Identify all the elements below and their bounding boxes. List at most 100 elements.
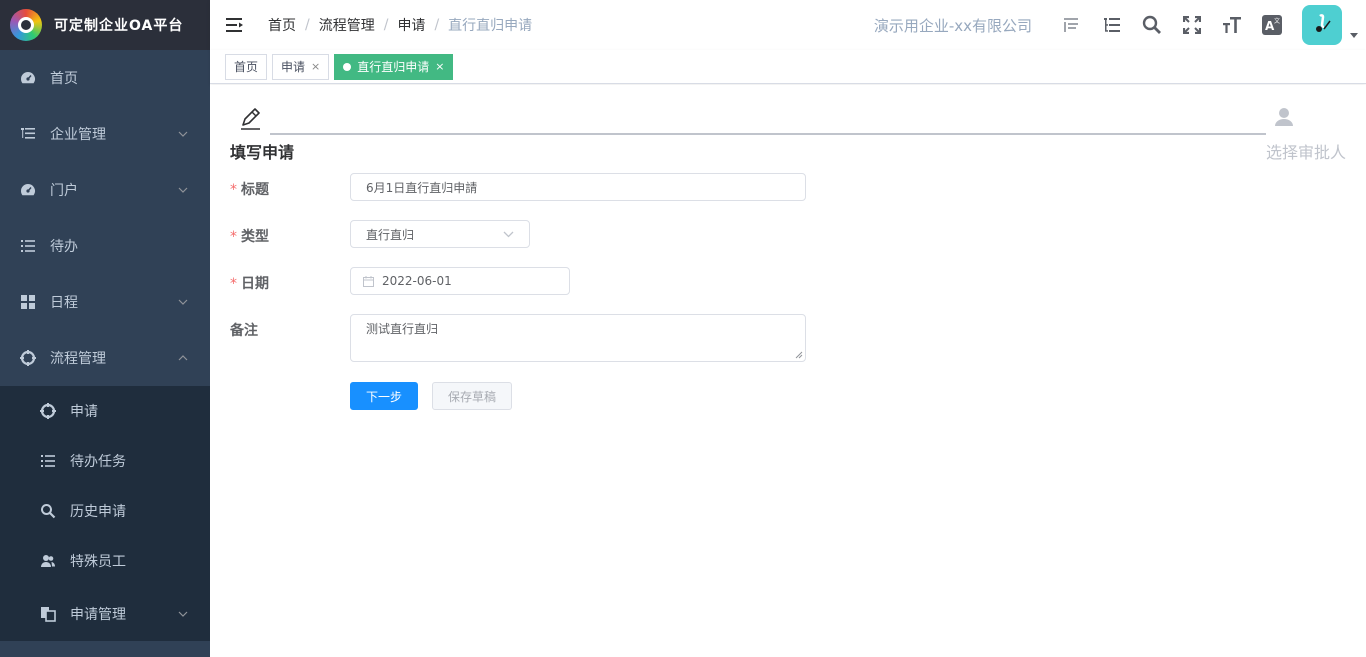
form-row-date: * 日期 2022-06-01 — [230, 267, 830, 314]
edit-icon — [241, 108, 260, 130]
resize-handle-icon[interactable] — [795, 351, 803, 359]
sidebar-toggle-button[interactable] — [210, 0, 260, 50]
top-navbar: 首页 / 流程管理 / 申请 / 直行直归申请 演示用企业-xx有限公司 A文 — [210, 0, 1366, 50]
fullscreen-icon[interactable] — [1172, 0, 1212, 50]
step-title-fill: 填写申请 — [230, 143, 295, 162]
caret-down-icon[interactable] — [1342, 0, 1366, 50]
sidebar-item-label: 企业管理 — [50, 127, 106, 143]
search-icon — [40, 503, 56, 519]
submenu-item-pending-tasks[interactable]: 待办任务 — [0, 436, 210, 486]
tag-label: 直行直归申请 — [357, 59, 430, 74]
breadcrumb-separator: / — [305, 17, 310, 33]
breadcrumb: 首页 / 流程管理 / 申请 / 直行直归申请 — [268, 15, 532, 35]
title-input[interactable]: 6月1日直行直归申請 — [350, 173, 806, 201]
step-line — [270, 133, 1266, 135]
grid-icon — [20, 294, 36, 310]
search-icon[interactable] — [1132, 0, 1172, 50]
type-label: * 类型 — [230, 229, 269, 245]
submenu-item-apply[interactable]: 申请 — [0, 386, 210, 436]
sidebar-item-label: 待办 — [50, 239, 78, 255]
active-dot-icon — [343, 62, 352, 71]
apply-form: * 标题 6月1日直行直归申請 * 类型 直行直归 * 日期 2022-06-01 — [230, 173, 830, 429]
submenu-item-special-staff[interactable]: 特殊员工 — [0, 536, 210, 586]
tags-view: 首页 申请 × 直行直归申请 × — [210, 50, 1366, 84]
tree-list-icon — [20, 126, 36, 142]
sidebar-item-home[interactable]: 首页 — [0, 50, 210, 106]
form-row-remark: 备注 测试直行直归 — [230, 314, 830, 382]
dashboard-icon — [20, 182, 36, 198]
dashboard-icon — [20, 70, 36, 86]
users-icon — [40, 553, 56, 569]
main-content: 填写申请 选择审批人 * 标题 6月1日直行直归申請 * 类型 直行直归 * 日期 — [210, 85, 1366, 657]
submenu-item-history[interactable]: 历史申请 — [0, 486, 210, 536]
sidebar-item-enterprise[interactable]: 企业管理 — [0, 106, 210, 162]
avatar[interactable] — [1302, 5, 1342, 45]
company-name: 演示用企业-xx有限公司 — [873, 16, 1032, 35]
breadcrumb-separator: / — [383, 17, 389, 33]
target-icon — [40, 403, 56, 419]
svg-text:文: 文 — [1274, 17, 1280, 25]
submenu-item-label: 特殊员工 — [70, 554, 126, 570]
navbar-right: 演示用企业-xx有限公司 A文 — [874, 0, 1366, 50]
translate-icon[interactable]: A文 — [1252, 0, 1292, 50]
remark-label: 备注 — [230, 323, 258, 339]
next-step-button[interactable]: 下一步 — [350, 382, 418, 410]
workflow-submenu: 申请 待办任务 历史申请 特殊员工 申请管理 — [0, 386, 210, 642]
submenu-item-apply-management[interactable]: 申请管理 — [0, 586, 210, 642]
remark-textarea[interactable]: 测试直行直归 — [350, 314, 806, 362]
tag-active[interactable]: 直行直归申请 × — [334, 53, 454, 80]
font-size-icon[interactable] — [1212, 0, 1252, 50]
date-label: * 日期 — [230, 276, 269, 292]
layout-icon[interactable] — [1052, 0, 1092, 50]
type-select[interactable]: 直行直归 — [350, 220, 530, 248]
sidebar-item-todo[interactable]: 待办 — [0, 218, 210, 274]
close-icon[interactable]: × — [435, 55, 444, 79]
breadcrumb-home[interactable]: 首页 — [268, 15, 296, 35]
submenu-item-label: 申请管理 — [70, 607, 126, 623]
form-row-type: * 类型 直行直归 — [230, 220, 830, 267]
tag-label: 申请 — [281, 59, 306, 74]
chevron-down-icon — [178, 299, 188, 305]
form-row-actions: 下一步 保存草稿 — [230, 382, 830, 429]
chevron-down-icon — [503, 231, 514, 237]
tag-label: 首页 — [234, 59, 259, 74]
date-picker[interactable]: 2022-06-01 — [350, 267, 570, 295]
sidebar-item-label: 首页 — [50, 71, 78, 87]
copy-icon — [40, 606, 56, 622]
breadcrumb-current: 直行直归申请 — [448, 18, 533, 34]
breadcrumb-separator: / — [434, 17, 440, 33]
chevron-down-icon — [178, 187, 188, 193]
sidebar-item-label: 日程 — [50, 295, 78, 311]
tree-list-icon[interactable] — [1092, 0, 1132, 50]
save-draft-button[interactable]: 保存草稿 — [432, 382, 512, 410]
list-icon — [40, 453, 56, 469]
date-value: 2022-06-01 — [382, 274, 452, 288]
sidebar-item-workflow[interactable]: 流程管理 — [0, 330, 210, 386]
logo-bar[interactable]: 可定制企业OA平台 — [0, 0, 210, 50]
breadcrumb-apply[interactable]: 申请 — [397, 15, 425, 35]
chevron-down-icon — [178, 611, 188, 617]
tag-apply[interactable]: 申请 × — [272, 53, 330, 80]
chevron-up-icon — [178, 355, 188, 361]
sidebar-item-schedule[interactable]: 日程 — [0, 274, 210, 330]
sidebar-item-label: 门户 — [50, 183, 78, 199]
sidebar-item-label: 流程管理 — [50, 351, 106, 367]
calendar-icon — [363, 275, 374, 287]
step-title-approver: 选择审批人 — [1265, 143, 1346, 162]
breadcrumb-workflow[interactable]: 流程管理 — [319, 15, 375, 35]
submenu-item-label: 待办任务 — [70, 454, 126, 470]
steps: 填写申请 选择审批人 — [230, 103, 1346, 163]
submenu-item-label: 历史申请 — [70, 504, 126, 520]
sidebar-item-portal[interactable]: 门户 — [0, 162, 210, 218]
close-icon[interactable]: × — [311, 55, 320, 79]
app-title: 可定制企业OA平台 — [54, 18, 184, 34]
sidebar: 可定制企业OA平台 首页 企业管理 门户 待办 日程 流程管理 申请 待办任务 … — [0, 0, 210, 657]
logo-icon — [10, 9, 42, 41]
tag-home[interactable]: 首页 — [225, 53, 268, 80]
sidebar-bottom — [0, 641, 210, 657]
menu-fold-icon — [226, 18, 243, 32]
type-select-value: 直行直归 — [366, 227, 415, 242]
remark-value: 测试直行直归 — [366, 322, 439, 336]
chevron-down-icon — [178, 131, 188, 137]
list-icon — [20, 238, 36, 254]
